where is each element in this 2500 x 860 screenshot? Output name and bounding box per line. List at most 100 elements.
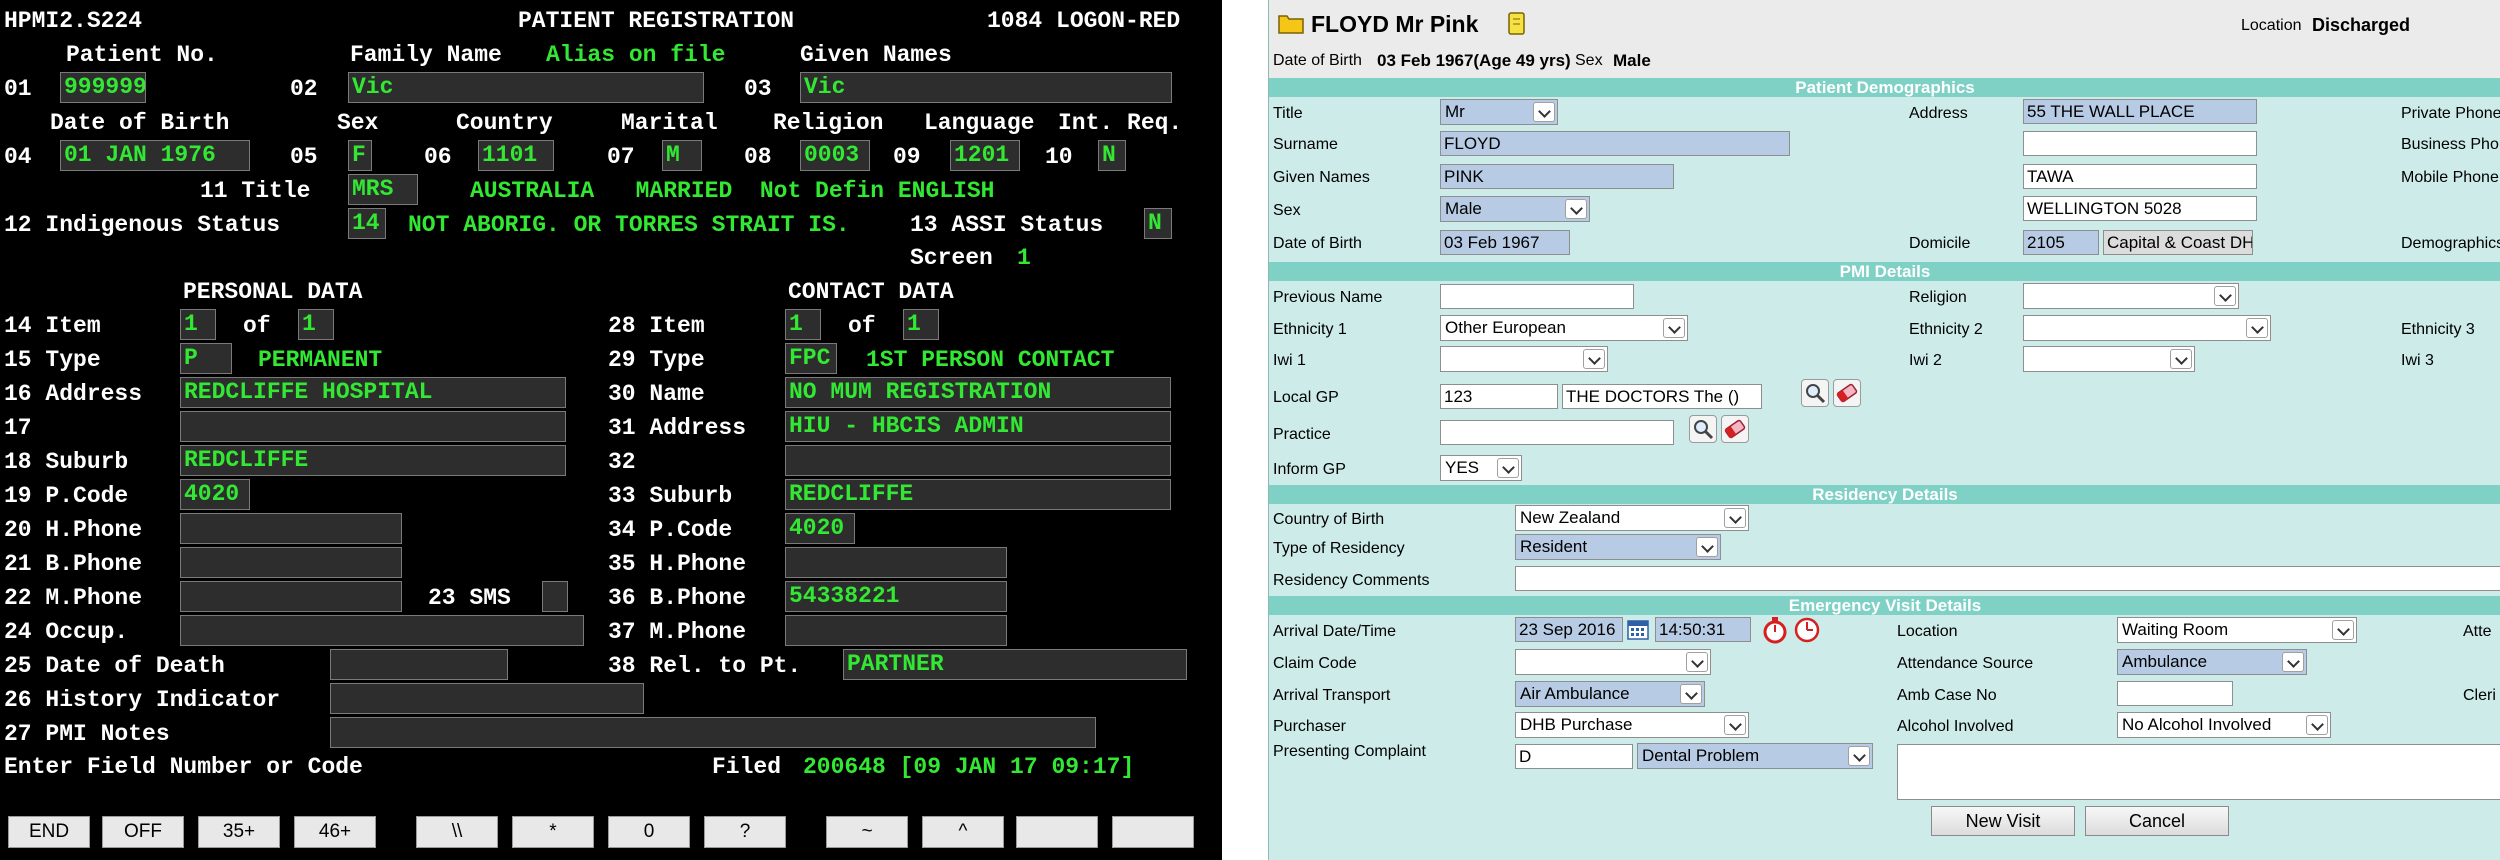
fkey-zero[interactable]: 0 [608, 816, 690, 848]
contact-type-field[interactable]: FPC [785, 343, 837, 374]
arrival-date-field[interactable]: 23 Sep 2016 [1515, 617, 1623, 642]
eraser-icon[interactable] [1833, 379, 1861, 407]
contact-name-field[interactable]: NO MUM REGISTRATION [785, 377, 1171, 408]
fkey-tilde[interactable]: ~ [826, 816, 908, 848]
stopwatch-icon[interactable] [1761, 616, 1789, 644]
search-icon[interactable] [1801, 379, 1829, 407]
dob-field[interactable]: 03 Feb 1967 [1440, 230, 1570, 255]
address-line-2[interactable] [2023, 131, 2257, 156]
contact-hphone-field[interactable] [785, 547, 1007, 578]
family-name-field[interactable]: Vic [348, 72, 704, 103]
patient-name: FLOYD Mr Pink [1311, 11, 1479, 37]
attendance-source-select[interactable]: Ambulance [2117, 649, 2307, 675]
country-of-birth-select[interactable]: New Zealand [1515, 505, 1749, 531]
clock-icon[interactable] [1793, 616, 1821, 644]
fkey-blank-2[interactable] [1112, 816, 1194, 848]
cancel-button[interactable]: Cancel [2085, 806, 2229, 836]
iwi-1-select[interactable] [1440, 346, 1608, 372]
surname-field[interactable]: FLOYD [1440, 131, 1790, 156]
domicile-name: Capital & Coast DHB [2103, 230, 2253, 255]
contact-mphone-field[interactable] [785, 615, 1007, 646]
contact-suburb-field[interactable]: REDCLIFFE [785, 479, 1171, 510]
contact-item-field[interactable]: 1 [785, 309, 821, 340]
sex-field[interactable]: F [348, 140, 372, 171]
address-line-3[interactable]: TAWA [2023, 164, 2257, 189]
fkey-asterisk[interactable]: * [512, 816, 594, 848]
personal-hphone-field[interactable] [180, 513, 402, 544]
address-line-4[interactable]: WELLINGTON 5028 [2023, 196, 2257, 221]
assi-field[interactable]: N [1144, 208, 1172, 239]
marital-field[interactable]: M [662, 140, 702, 171]
contact-pcode-field[interactable]: 4020 [785, 513, 855, 544]
new-visit-button[interactable]: New Visit [1931, 806, 2075, 836]
previous-name-field[interactable] [1440, 284, 1634, 309]
arrival-transport-select[interactable]: Air Ambulance [1515, 681, 1705, 707]
int-req-field[interactable]: N [1098, 140, 1126, 171]
title-select[interactable]: Mr [1440, 99, 1558, 125]
given-names-field[interactable]: PINK [1440, 164, 1674, 189]
contact-bphone-field[interactable]: 54338221 [785, 581, 1007, 612]
fkey-blank-1[interactable] [1016, 816, 1098, 848]
type-of-residency-select[interactable]: Resident [1515, 534, 1721, 560]
eraser-icon[interactable] [1721, 415, 1749, 443]
calendar-icon[interactable] [1627, 618, 1649, 640]
domicile-code[interactable]: 2105 [2023, 230, 2099, 255]
presenting-complaint-code[interactable]: D [1515, 744, 1633, 769]
rel-to-pt-field[interactable]: PARTNER [843, 649, 1187, 680]
sms-field[interactable] [542, 581, 568, 612]
personal-occupation-field[interactable] [180, 615, 584, 646]
ethnicity-2-select[interactable] [2023, 315, 2271, 341]
history-indicator-field[interactable] [330, 683, 644, 714]
fkey-question[interactable]: ? [704, 816, 786, 848]
practice-field[interactable] [1440, 420, 1674, 445]
alcohol-involved-select[interactable]: No Alcohol Involved [2117, 712, 2331, 738]
address-line-1[interactable]: 55 THE WALL PLACE [2023, 99, 2257, 124]
ethnicity-1-select[interactable]: Other European [1440, 315, 1688, 341]
fkey-35-plus[interactable]: 35+ [198, 816, 280, 848]
personal-bphone-field[interactable] [180, 547, 402, 578]
inform-gp-select[interactable]: YES [1440, 455, 1522, 481]
personal-mphone-field[interactable] [180, 581, 402, 612]
personal-pcode-field[interactable]: 4020 [180, 479, 250, 510]
title-field[interactable]: MRS [348, 174, 418, 205]
contact-mphone-label: 37 M.Phone [608, 619, 747, 645]
fkey-46-plus[interactable]: 46+ [294, 816, 376, 848]
fkey-caret[interactable]: ^ [922, 816, 1004, 848]
sex-select[interactable]: Male [1440, 196, 1590, 222]
fkey-backslash[interactable]: \\ [416, 816, 498, 848]
local-gp-name[interactable]: THE DOCTORS The () [1562, 384, 1762, 409]
dob-field[interactable]: 01 JAN 1976 [60, 140, 250, 171]
amb-case-no-field[interactable] [2117, 681, 2233, 706]
local-gp-code[interactable]: 123 [1440, 384, 1558, 409]
contact-address2-field[interactable] [785, 445, 1171, 476]
fkey-end[interactable]: END [8, 816, 90, 848]
arrival-time-field[interactable]: 14:50:31 [1655, 617, 1751, 642]
personal-type-field[interactable]: P [180, 343, 232, 374]
pmi-notes-field[interactable] [330, 717, 1096, 748]
note-icon[interactable] [1507, 11, 1527, 37]
personal-suburb-field[interactable]: REDCLIFFE [180, 445, 566, 476]
purchaser-select[interactable]: DHB Purchase [1515, 712, 1749, 738]
religion-select[interactable] [2023, 283, 2239, 309]
iwi-2-select[interactable] [2023, 346, 2195, 372]
contact-address-field[interactable]: HIU - HBCIS ADMIN [785, 411, 1171, 442]
personal-item-field[interactable]: 1 [180, 309, 216, 340]
presenting-complaint-select[interactable]: Dental Problem [1637, 743, 1873, 769]
religion-field[interactable]: 0003 [800, 140, 870, 171]
indigenous-field[interactable]: 14 [348, 208, 386, 239]
personal-address2-field[interactable] [180, 411, 566, 442]
residency-comments-field[interactable] [1515, 566, 2500, 591]
search-icon[interactable] [1689, 415, 1717, 443]
given-names-field[interactable]: Vic [800, 72, 1172, 103]
patient-no-field[interactable]: 999999 [60, 72, 146, 103]
complaint-notes-textarea[interactable] [1897, 744, 2500, 800]
fkey-off[interactable]: OFF [102, 816, 184, 848]
location-select[interactable]: Waiting Room [2117, 617, 2357, 643]
personal-address-field[interactable]: REDCLIFFE HOSPITAL [180, 377, 566, 408]
language-field[interactable]: 1201 [950, 140, 1020, 171]
date-of-death-field[interactable] [330, 649, 508, 680]
claim-code-select[interactable] [1515, 649, 1711, 675]
title-label: Title [1273, 105, 1303, 122]
country-field[interactable]: 1101 [478, 140, 554, 171]
title-label: 11 Title [200, 178, 311, 204]
